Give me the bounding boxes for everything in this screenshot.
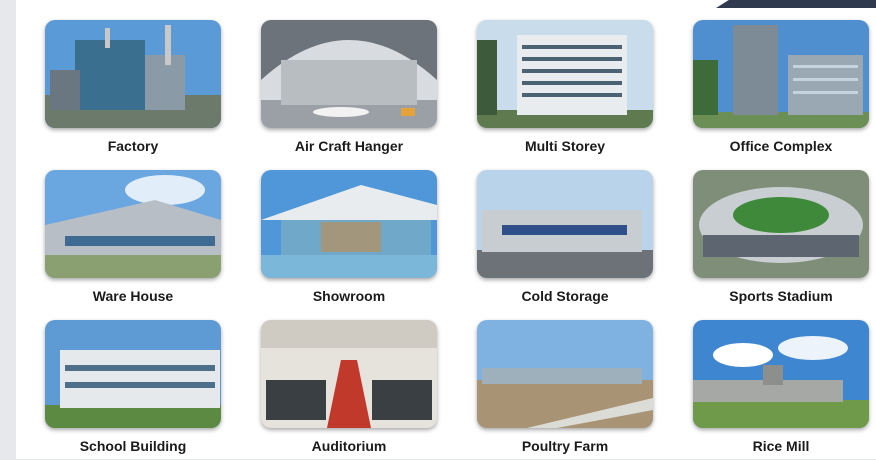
auditorium-image <box>261 320 437 428</box>
factory-image <box>45 20 221 128</box>
category-label: School Building <box>79 438 187 454</box>
category-card-factory[interactable]: Factory <box>45 20 221 160</box>
category-card-multi-storey[interactable]: Multi Storey <box>477 20 653 160</box>
category-card-rice-mill[interactable]: Rice Mill <box>693 320 869 460</box>
poultry-farm-image <box>477 320 653 428</box>
category-card-sports-stadium[interactable]: Sports Stadium <box>693 170 869 310</box>
category-label: Office Complex <box>729 138 833 154</box>
category-card-auditorium[interactable]: Auditorium <box>261 320 437 460</box>
showroom-image <box>261 170 437 278</box>
multi-storey-image <box>477 20 653 128</box>
stadium-image <box>693 170 869 278</box>
building-type-grid: Factory Air Craft Hanger Multi Storey Of… <box>0 0 876 459</box>
office-complex-image <box>693 20 869 128</box>
category-label: Auditorium <box>311 438 387 454</box>
category-label: Multi Storey <box>524 138 606 154</box>
hangar-image <box>261 20 437 128</box>
school-image <box>45 320 221 428</box>
category-card-air-craft-hanger[interactable]: Air Craft Hanger <box>261 20 437 160</box>
category-label: Rice Mill <box>752 438 810 454</box>
category-card-cold-storage[interactable]: Cold Storage <box>477 170 653 310</box>
category-label: Ware House <box>92 288 174 304</box>
category-label: Air Craft Hanger <box>294 138 404 154</box>
category-card-office-complex[interactable]: Office Complex <box>693 20 869 160</box>
category-label: Factory <box>107 138 159 154</box>
category-card-poultry-farm[interactable]: Poultry Farm <box>477 320 653 460</box>
rice-mill-image <box>693 320 869 428</box>
category-label: Showroom <box>312 288 386 304</box>
cold-storage-image <box>477 170 653 278</box>
category-label: Sports Stadium <box>729 288 833 304</box>
warehouse-image <box>45 170 221 278</box>
category-card-school-building[interactable]: School Building <box>45 320 221 460</box>
category-card-ware-house[interactable]: Ware House <box>45 170 221 310</box>
category-label: Poultry Farm <box>521 438 609 454</box>
category-card-showroom[interactable]: Showroom <box>261 170 437 310</box>
category-label: Cold Storage <box>521 288 609 304</box>
